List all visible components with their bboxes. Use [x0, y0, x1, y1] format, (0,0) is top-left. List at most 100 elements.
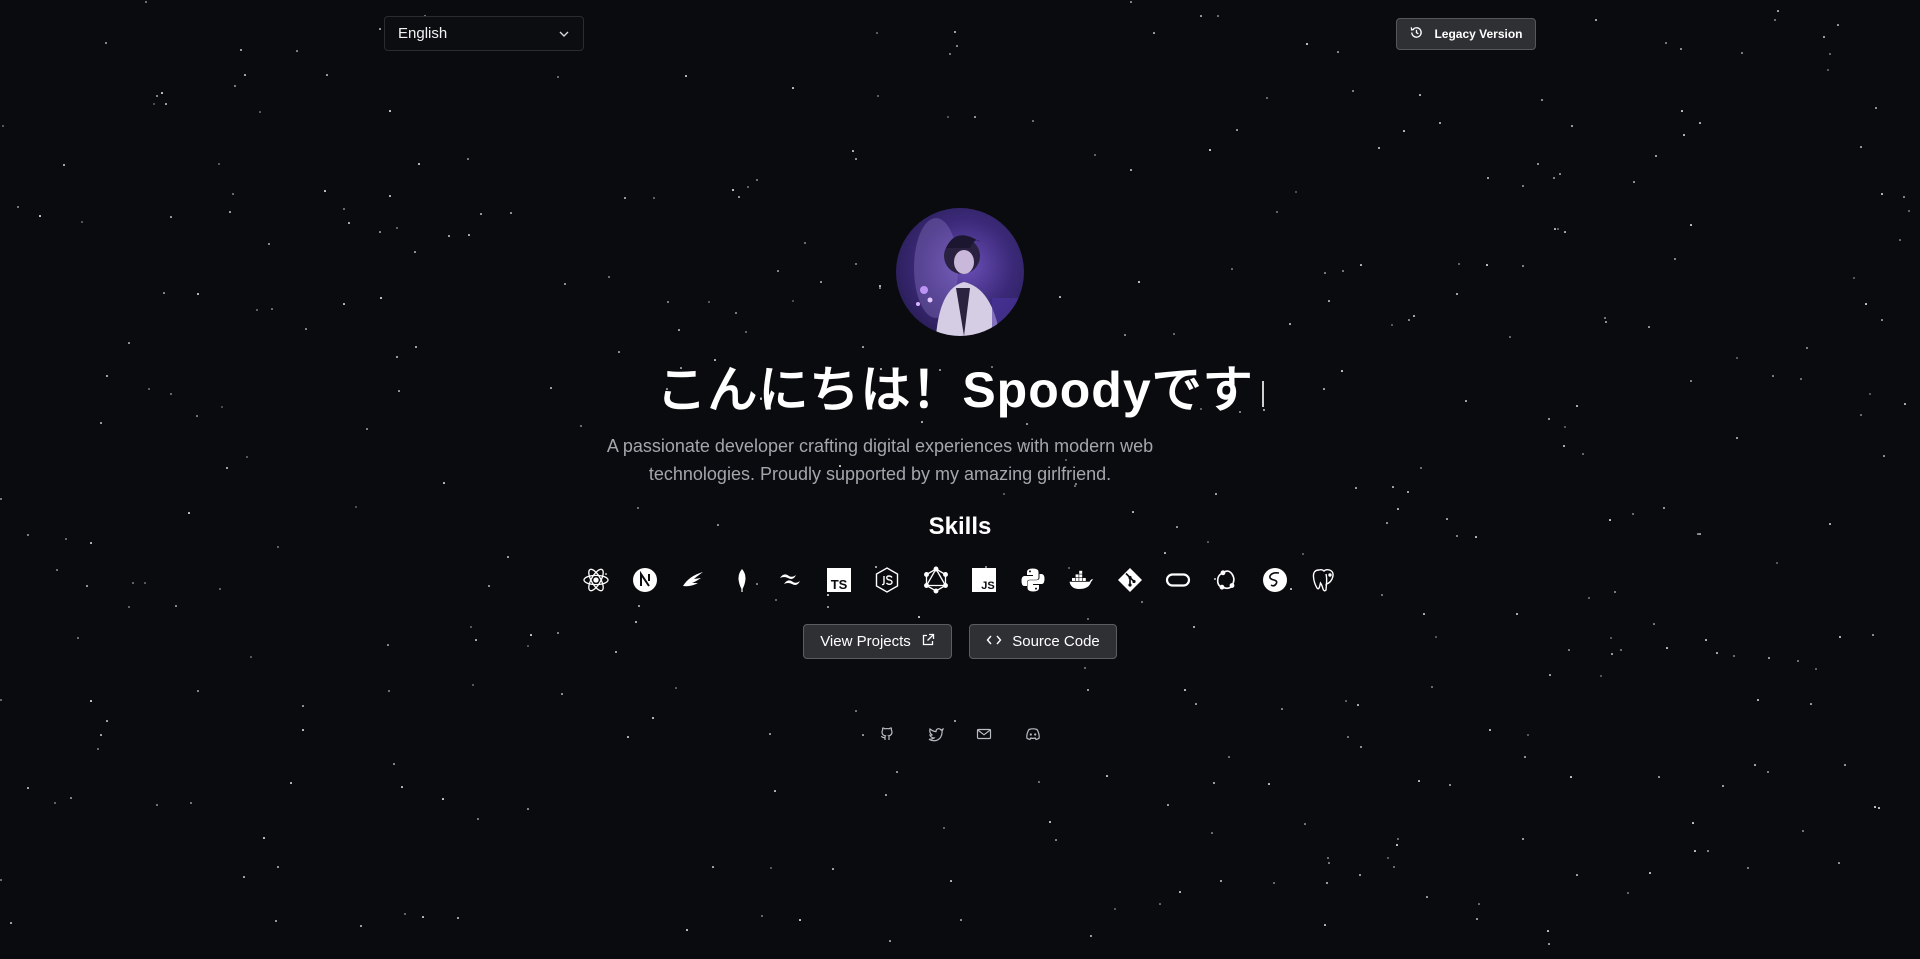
star-dot	[90, 542, 92, 544]
star-dot	[1827, 69, 1829, 71]
source-code-button[interactable]: Source Code	[969, 624, 1117, 659]
star-dot	[343, 303, 345, 305]
star-dot	[1418, 780, 1420, 782]
star-dot	[918, 616, 920, 618]
star-dot	[1396, 844, 1398, 846]
skills-list: TS JS	[580, 563, 1340, 597]
star-dot	[1604, 317, 1606, 319]
docker-icon	[1065, 564, 1097, 596]
star-dot	[624, 197, 626, 199]
star-dot	[1324, 924, 1326, 926]
language-select[interactable]: English	[384, 16, 584, 51]
star-dot	[302, 729, 304, 731]
star-dot	[770, 867, 772, 869]
star-dot	[855, 158, 857, 160]
star-dot	[1658, 776, 1660, 778]
star-dot	[564, 283, 566, 285]
star-dot	[1159, 903, 1161, 905]
star-dot	[1059, 296, 1061, 298]
tailwind-icon	[774, 564, 806, 596]
star-dot	[1694, 850, 1696, 852]
star-dot	[1431, 686, 1433, 688]
star-dot	[443, 482, 445, 484]
star-dot	[1213, 782, 1215, 784]
star-dot	[879, 287, 881, 289]
star-dot	[954, 720, 956, 722]
graphql-icon	[920, 564, 952, 596]
star-dot	[271, 308, 273, 310]
star-dot	[879, 285, 881, 287]
star-dot	[175, 605, 177, 607]
star-dot	[1600, 675, 1602, 677]
github-icon[interactable]	[876, 723, 898, 745]
star-dot	[1049, 821, 1051, 823]
avatar	[896, 208, 1024, 336]
nodejs-icon	[871, 564, 903, 596]
star-dot	[1423, 613, 1425, 615]
star-dot	[1571, 125, 1573, 127]
star-dot	[488, 585, 490, 587]
star-dot	[775, 599, 777, 601]
star-dot	[1328, 862, 1330, 864]
star-dot	[1391, 324, 1393, 326]
star-dot	[1741, 52, 1743, 54]
star-dot	[234, 85, 236, 87]
star-dot	[275, 920, 277, 922]
star-dot	[0, 879, 2, 881]
star-dot	[1215, 493, 1217, 495]
twitter-icon[interactable]	[925, 723, 947, 745]
star-dot	[1649, 872, 1651, 874]
star-dot	[1681, 110, 1683, 112]
star-dot	[128, 342, 130, 344]
star-dot	[1548, 943, 1550, 945]
redux-icon	[1211, 564, 1243, 596]
star-dot	[477, 818, 479, 820]
star-dot	[1797, 660, 1799, 662]
star-dot	[774, 790, 776, 792]
star-dot	[1774, 19, 1776, 21]
discord-icon[interactable]	[1022, 723, 1044, 745]
star-dot	[1207, 541, 1209, 543]
star-dot	[1648, 326, 1650, 328]
star-dot	[197, 690, 199, 692]
star-dot	[1487, 177, 1489, 179]
postgresql-icon	[1308, 564, 1340, 596]
star-dot	[1200, 15, 1202, 17]
star-dot	[652, 717, 654, 719]
star-dot	[1184, 689, 1186, 691]
star-dot	[1690, 224, 1692, 226]
star-dot	[507, 556, 509, 558]
star-dot	[1541, 99, 1543, 101]
star-dot	[1865, 303, 1867, 305]
star-dot	[1524, 756, 1526, 758]
star-dot	[1195, 703, 1197, 705]
star-dot	[1337, 51, 1339, 53]
star-dot	[132, 582, 134, 584]
mail-icon[interactable]	[973, 723, 995, 745]
star-dot	[1516, 613, 1518, 615]
star-dot	[1026, 423, 1028, 425]
star-dot	[1699, 122, 1701, 124]
star-dot	[1355, 487, 1357, 489]
star-dot	[1754, 764, 1756, 766]
view-projects-button[interactable]: View Projects	[803, 624, 952, 659]
star-dot	[1302, 553, 1304, 555]
star-dot	[389, 195, 391, 197]
star-dot	[81, 221, 83, 223]
star-dot	[153, 103, 155, 105]
svg-text:JS: JS	[982, 580, 995, 592]
star-dot	[530, 634, 532, 636]
star-dot	[263, 837, 265, 839]
page-title-text: こんにちは！Spoodyです	[656, 362, 1254, 418]
star-dot	[635, 621, 637, 623]
star-dot	[1610, 637, 1612, 639]
star-dot	[1908, 210, 1910, 212]
legacy-version-button[interactable]: Legacy Version	[1396, 18, 1536, 50]
react-icon	[580, 564, 612, 596]
star-dot	[1655, 155, 1657, 157]
star-dot	[156, 95, 158, 97]
star-dot	[1393, 866, 1395, 868]
star-dot	[792, 87, 794, 89]
star-dot	[1173, 333, 1175, 335]
star-dot	[1549, 674, 1551, 676]
